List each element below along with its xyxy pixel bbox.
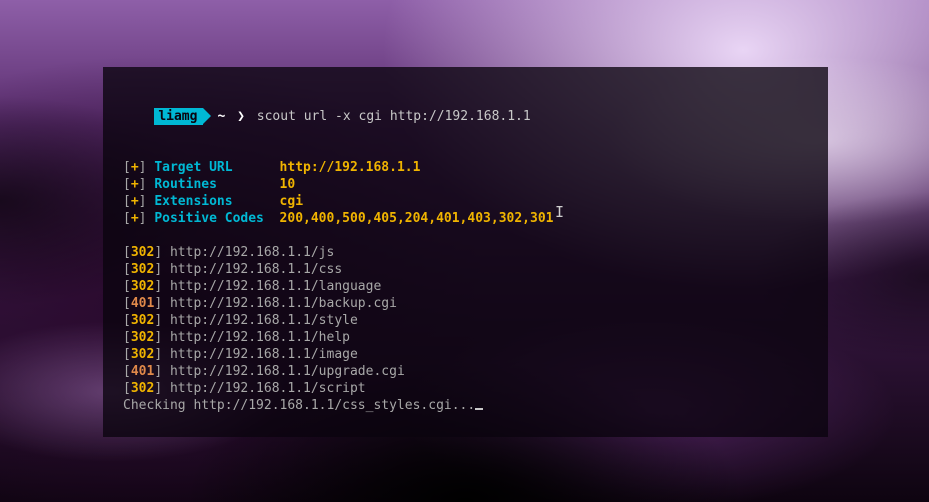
- bracket-open: [: [123, 160, 131, 175]
- plus-icon: +: [131, 211, 139, 226]
- result-url: http://192.168.1.1/js: [170, 245, 334, 260]
- bracket-open: [: [123, 296, 131, 311]
- prompt-command: scout url -x cgi http://192.168.1.1: [257, 109, 531, 124]
- bracket-close: ]: [154, 364, 170, 379]
- bracket-open: [: [123, 245, 131, 260]
- bracket-close: ]: [154, 262, 170, 277]
- info-value: 200,400,500,405,204,401,403,302,301: [280, 211, 554, 226]
- bracket-open: [: [123, 364, 131, 379]
- prompt-line: liamg~ ❯ scout url -x cgi http://192.168…: [123, 91, 808, 142]
- bracket-close: ]: [139, 177, 155, 192]
- bracket-close: ]: [139, 211, 155, 226]
- result-url: http://192.168.1.1/backup.cgi: [170, 296, 397, 311]
- info-row: [+] Extensions cgi: [123, 193, 808, 210]
- plus-icon: +: [131, 194, 139, 209]
- result-row: [302] http://192.168.1.1/style: [123, 312, 808, 329]
- bracket-close: ]: [139, 160, 155, 175]
- info-label: Routines: [154, 177, 279, 192]
- result-url: http://192.168.1.1/image: [170, 347, 358, 362]
- bracket-open: [: [123, 347, 131, 362]
- bracket-close: ]: [154, 313, 170, 328]
- info-row: [+] Target URL http://192.168.1.1: [123, 159, 808, 176]
- bracket-close: ]: [154, 296, 170, 311]
- plus-icon: +: [131, 177, 139, 192]
- info-label: Target URL: [154, 160, 279, 175]
- info-label: Positive Codes: [154, 211, 279, 226]
- bracket-close: ]: [154, 330, 170, 345]
- prompt-user-badge: liamg: [154, 108, 203, 125]
- bracket-close: ]: [154, 245, 170, 260]
- bracket-open: [: [123, 194, 131, 209]
- info-value: 10: [280, 177, 296, 192]
- info-row: [+] Positive Codes 200,400,500,405,204,4…: [123, 210, 808, 227]
- result-row: [401] http://192.168.1.1/backup.cgi: [123, 295, 808, 312]
- bracket-open: [: [123, 262, 131, 277]
- status-text: Checking http://192.168.1.1/css_styles.c…: [123, 398, 475, 413]
- bracket-open: [: [123, 279, 131, 294]
- result-row: [401] http://192.168.1.1/upgrade.cgi: [123, 363, 808, 380]
- terminal-window[interactable]: liamg~ ❯ scout url -x cgi http://192.168…: [103, 67, 828, 437]
- bracket-close: ]: [154, 381, 170, 396]
- result-url: http://192.168.1.1/script: [170, 381, 366, 396]
- result-row: [302] http://192.168.1.1/js: [123, 244, 808, 261]
- info-block: [+] Target URL http://192.168.1.1[+] Rou…: [123, 159, 808, 227]
- result-url: http://192.168.1.1/language: [170, 279, 381, 294]
- bracket-open: [: [123, 313, 131, 328]
- bracket-open: [: [123, 381, 131, 396]
- info-row: [+] Routines 10: [123, 176, 808, 193]
- status-code: 302: [131, 381, 154, 396]
- info-label: Extensions: [154, 194, 279, 209]
- cursor-icon: [475, 408, 483, 410]
- status-line: Checking http://192.168.1.1/css_styles.c…: [123, 397, 808, 414]
- prompt-user: liamg: [158, 109, 197, 124]
- blank-line: [123, 227, 808, 244]
- status-code: 302: [131, 279, 154, 294]
- status-code: 302: [131, 245, 154, 260]
- info-value: http://192.168.1.1: [280, 160, 421, 175]
- bracket-close: ]: [154, 347, 170, 362]
- result-url: http://192.168.1.1/css: [170, 262, 342, 277]
- result-row: [302] http://192.168.1.1/css: [123, 261, 808, 278]
- result-row: [302] http://192.168.1.1/script: [123, 380, 808, 397]
- bracket-close: ]: [154, 279, 170, 294]
- prompt-chevron: ❯: [233, 109, 249, 124]
- blank-line: [123, 142, 808, 159]
- bracket-open: [: [123, 177, 131, 192]
- results-block: [302] http://192.168.1.1/js[302] http://…: [123, 244, 808, 397]
- plus-icon: +: [131, 160, 139, 175]
- result-url: http://192.168.1.1/style: [170, 313, 358, 328]
- status-code: 302: [131, 330, 154, 345]
- result-url: http://192.168.1.1/help: [170, 330, 350, 345]
- info-value: cgi: [280, 194, 303, 209]
- result-url: http://192.168.1.1/upgrade.cgi: [170, 364, 405, 379]
- bracket-close: ]: [139, 194, 155, 209]
- result-row: [302] http://192.168.1.1/image: [123, 346, 808, 363]
- status-code: 401: [131, 296, 154, 311]
- status-code: 302: [131, 347, 154, 362]
- result-row: [302] http://192.168.1.1/help: [123, 329, 808, 346]
- status-code: 401: [131, 364, 154, 379]
- result-row: [302] http://192.168.1.1/language: [123, 278, 808, 295]
- status-code: 302: [131, 262, 154, 277]
- bracket-open: [: [123, 330, 131, 345]
- bracket-open: [: [123, 211, 131, 226]
- status-code: 302: [131, 313, 154, 328]
